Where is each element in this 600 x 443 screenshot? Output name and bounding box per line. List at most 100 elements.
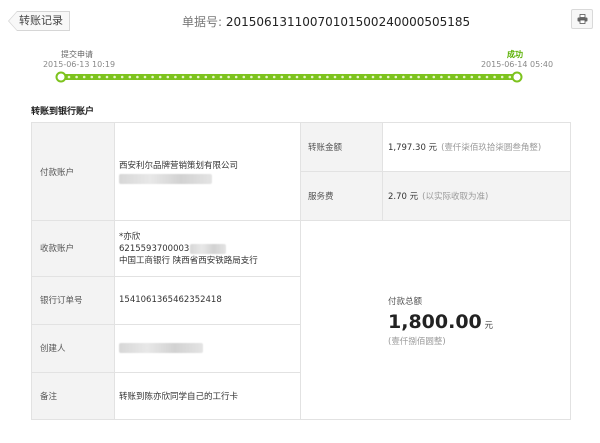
remark-label: 备注 [32, 372, 114, 419]
progress-dot [288, 75, 291, 79]
progress-dot [447, 75, 451, 79]
payee-name: *亦欣 [119, 232, 141, 242]
progress-dot [318, 75, 322, 79]
details-table: 付款账户 收款账户 银行订单号 创建人 备注 西安利尔品牌营销策划有限公司 *亦… [31, 122, 571, 420]
receipt-number: 单据号: 20150613110070101500240000505185 [182, 13, 470, 30]
progress-dot [189, 75, 192, 79]
progress-dot [303, 75, 306, 79]
payer-account-redacted [119, 174, 212, 184]
progress-dot [166, 75, 170, 79]
progress-dot [158, 75, 162, 79]
print-button[interactable] [571, 9, 593, 29]
receipt-number-value: 20150613110070101500240000505185 [225, 15, 471, 29]
payer-value: 西安利尔品牌营销策划有限公司 [114, 159, 300, 187]
progress-dot [174, 75, 177, 79]
step-start-label: 提交申请 [61, 50, 93, 59]
progress-dot [348, 75, 352, 79]
fee-number: 2.70 元 [388, 191, 419, 202]
total-words: (壹仟捌佰圆整) [388, 337, 446, 347]
progress-dot [204, 75, 208, 79]
back-button-label: 转账记录 [17, 11, 70, 31]
payer-label: 付款账户 [32, 123, 114, 220]
progress-dot [212, 75, 215, 79]
progress-dot [478, 75, 481, 79]
progress-dot [234, 75, 238, 79]
progress-dot [143, 75, 147, 79]
progress-dot [386, 75, 390, 79]
progress-dot [128, 75, 132, 79]
progress-dot [326, 75, 329, 79]
progress-dot [280, 75, 284, 79]
progress-dot [462, 75, 466, 79]
progress-dot [409, 75, 413, 79]
payee-value: *亦欣 6215593700003 中国工商银行 陕西省西安铁路局支行 [114, 231, 300, 267]
section-title: 转账到银行账户 [31, 107, 95, 117]
order-label: 银行订单号 [32, 276, 114, 324]
step-end-time: 2015-06-14 05:40 [480, 60, 554, 69]
progress-dot [485, 75, 489, 79]
progress-dot [402, 75, 405, 79]
payer-name: 西安利尔品牌营销策划有限公司 [119, 161, 239, 171]
progress-bar [55, 71, 523, 83]
progress-dot [181, 75, 185, 79]
progress-end-node [511, 71, 523, 83]
progress-dot [219, 75, 223, 79]
progress-dot [75, 75, 78, 79]
progress-dot [493, 75, 496, 79]
progress-dot [364, 75, 367, 79]
step-end-label: 成功 [507, 50, 523, 59]
progress-dot [455, 75, 458, 79]
progress-dot [265, 75, 268, 79]
creator-value [114, 324, 300, 372]
progress-dot [356, 75, 360, 79]
progress-dot [417, 75, 420, 79]
payee-label: 收款账户 [32, 220, 114, 276]
fee-note: (以实际收取为准) [422, 191, 489, 202]
progress-dot [250, 75, 253, 79]
progress-dot [120, 75, 124, 79]
total-value: 1,800.00 [388, 311, 482, 333]
progress-dot [424, 75, 428, 79]
total-block: 付款总额 1,800.00 元 (壹仟捌佰圆整) [388, 295, 568, 347]
progress-dot [310, 75, 314, 79]
progress-dot [67, 75, 71, 79]
creator-label: 创建人 [32, 324, 114, 372]
total-unit: 元 [484, 321, 493, 331]
fee-label: 服务费 [300, 171, 382, 220]
progress-dot [272, 75, 276, 79]
progress-dot [500, 75, 504, 79]
progress-dot [242, 75, 246, 79]
fee-value: 2.70 元 (以实际收取为准) [382, 171, 570, 220]
back-button[interactable]: 转账记录 [8, 11, 70, 31]
payee-bank: 中国工商银行 陕西省西安铁路局支行 [119, 256, 258, 266]
remark-value: 转账到陈亦欣同学自己的工行卡 [119, 391, 239, 402]
printer-icon [577, 14, 587, 24]
progress-dot [508, 75, 512, 79]
progress-dot [379, 75, 382, 79]
progress-dot [470, 75, 474, 79]
back-arrow-icon [8, 11, 17, 31]
progress-dot [257, 75, 261, 79]
amount-value: 1,797.30 元 (壹仟柒佰玖拾柒圆叁角整) [382, 123, 570, 171]
progress-dot [196, 75, 200, 79]
progress-dot [82, 75, 86, 79]
payee-account-redacted [190, 244, 227, 254]
progress-dot [227, 75, 230, 79]
amount-number: 1,797.30 元 [388, 143, 438, 153]
progress-dot [432, 75, 436, 79]
total-label: 付款总额 [388, 297, 423, 307]
payee-account: 6215593700003 [119, 244, 190, 254]
progress-dot [98, 75, 101, 79]
progress-dot [151, 75, 154, 79]
creator-redacted [119, 343, 203, 353]
amount-words: (壹仟柒佰玖拾柒圆叁角整) [441, 143, 542, 153]
progress-dot [295, 75, 299, 79]
order-value: 1541061365462352418 [119, 295, 222, 305]
progress-dot [371, 75, 375, 79]
progress-dot [440, 75, 443, 79]
progress-dot [394, 75, 398, 79]
progress-dot [341, 75, 344, 79]
progress-start-node [55, 71, 67, 83]
amount-label: 转账金额 [300, 123, 382, 171]
progress-dot [136, 75, 139, 79]
